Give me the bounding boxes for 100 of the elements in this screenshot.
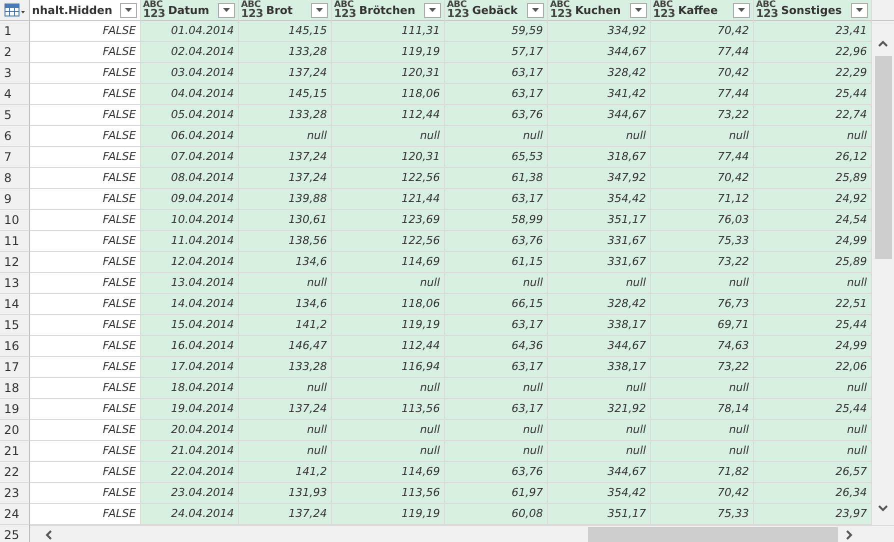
table-cell: 25,44 (754, 84, 872, 105)
row-number[interactable]: 17 (0, 357, 30, 378)
data-type-label[interactable]: ABC 123 (143, 1, 166, 19)
row-number[interactable]: 16 (0, 336, 30, 357)
table-cell: 318,67 (548, 147, 651, 168)
row-number[interactable]: 2 (0, 42, 30, 63)
table-cell: 18.04.2014 (141, 378, 239, 399)
table-cell: null (239, 420, 332, 441)
table-cell: 25,89 (754, 252, 872, 273)
data-type-label[interactable]: ABC 123 (241, 1, 264, 19)
table-cell: 63,17 (445, 84, 548, 105)
filter-dropdown-button[interactable] (424, 2, 441, 18)
table-cell: 26,57 (754, 462, 872, 483)
table-cell: 08.04.2014 (141, 168, 239, 189)
row-number[interactable]: 1 (0, 21, 30, 42)
table-cell: 22,29 (754, 63, 872, 84)
table-cell: 338,17 (548, 315, 651, 336)
row-number[interactable]: 20 (0, 420, 30, 441)
table-cell: 114,69 (332, 252, 445, 273)
table-cell: 61,38 (445, 168, 548, 189)
row-number[interactable]: 18 (0, 378, 30, 399)
filter-dropdown-button[interactable] (218, 2, 235, 18)
row-number[interactable]: 25 (0, 525, 30, 542)
filter-dropdown-button[interactable] (630, 2, 647, 18)
table-cell: 141,2 (239, 315, 332, 336)
row-number[interactable]: 24 (0, 504, 30, 525)
table-cell: 119,19 (332, 42, 445, 63)
horizontal-scrollbar[interactable] (30, 525, 894, 542)
table-cell: 01.04.2014 (141, 21, 239, 42)
table-cell: 23,41 (754, 21, 872, 42)
table-cell: 15.04.2014 (141, 315, 239, 336)
table-menu-icon[interactable] (4, 3, 26, 17)
data-type-label[interactable]: ABC 123 (550, 1, 572, 19)
row-number[interactable]: 10 (0, 210, 30, 231)
row-number[interactable]: 14 (0, 294, 30, 315)
table-cell: null (754, 273, 872, 294)
table-cell: 354,42 (548, 189, 651, 210)
table-cell: 328,42 (548, 294, 651, 315)
vertical-scrollbar[interactable] (872, 21, 894, 525)
table-cell: 64,36 (445, 336, 548, 357)
scrollbar-thumb[interactable] (874, 56, 892, 259)
table-cell: 71,12 (651, 189, 754, 210)
data-type-label[interactable]: ABC 123 (447, 1, 470, 19)
filter-dropdown-button[interactable] (527, 2, 544, 18)
filter-dropdown-button[interactable] (851, 2, 868, 18)
column-title: Datum (168, 4, 210, 16)
table-cell: 137,24 (239, 399, 332, 420)
row-number[interactable]: 13 (0, 273, 30, 294)
data-type-label[interactable]: ABC 123 (653, 1, 676, 19)
caret-icon (223, 8, 230, 12)
row-number[interactable]: 11 (0, 231, 30, 252)
table-cell: 114,69 (332, 462, 445, 483)
table-cell: null (332, 441, 445, 462)
table-cell: 76,73 (651, 294, 754, 315)
table-cell: null (445, 273, 548, 294)
row-number[interactable]: 21 (0, 441, 30, 462)
filter-dropdown-button[interactable] (733, 2, 750, 18)
table-cell: 75,33 (651, 504, 754, 525)
row-number[interactable]: 5 (0, 105, 30, 126)
row-number[interactable]: 6 (0, 126, 30, 147)
table-cell: 61,97 (445, 483, 548, 504)
table-cell: 13.04.2014 (141, 273, 239, 294)
table-cell: 123,69 (332, 210, 445, 231)
row-number[interactable]: 3 (0, 63, 30, 84)
filter-dropdown-button[interactable] (311, 2, 328, 18)
row-number[interactable]: 4 (0, 84, 30, 105)
table-cell: 12.04.2014 (141, 252, 239, 273)
table-cell: 63,17 (445, 189, 548, 210)
data-type-label[interactable]: ABC 123 (334, 1, 356, 19)
filter-dropdown-button[interactable] (120, 2, 137, 18)
table-cell: null (548, 126, 651, 147)
row-number[interactable]: 19 (0, 399, 30, 420)
column-header[interactable]: nhalt.Hidden (30, 0, 141, 21)
table-cell: 22.04.2014 (141, 462, 239, 483)
table-cell: 133,28 (239, 105, 332, 126)
table-cell: 334,92 (548, 21, 651, 42)
table-cell: 65,53 (445, 147, 548, 168)
table-cell: 73,22 (651, 252, 754, 273)
table-cell: 10.04.2014 (141, 210, 239, 231)
table-cell: 57,17 (445, 42, 548, 63)
table-cell: 70,42 (651, 483, 754, 504)
data-type-label[interactable]: ABC 123 (756, 1, 778, 19)
table-cell: 145,15 (239, 21, 332, 42)
row-number[interactable]: 8 (0, 168, 30, 189)
row-number[interactable]: 23 (0, 483, 30, 504)
table-cell: 119,19 (332, 315, 445, 336)
table-cell: 354,42 (548, 483, 651, 504)
table-cell: 04.04.2014 (141, 84, 239, 105)
row-number[interactable]: 9 (0, 189, 30, 210)
row-number[interactable]: 15 (0, 315, 30, 336)
table-cell: null (332, 420, 445, 441)
table-cell: 25,89 (754, 168, 872, 189)
scrollbar-thumb[interactable] (588, 527, 838, 542)
row-number[interactable]: 7 (0, 147, 30, 168)
row-number[interactable]: 22 (0, 462, 30, 483)
table-cell: 77,44 (651, 42, 754, 63)
caret-icon (532, 8, 539, 12)
header-corner (872, 0, 894, 21)
row-number[interactable]: 12 (0, 252, 30, 273)
table-cell: null (548, 378, 651, 399)
